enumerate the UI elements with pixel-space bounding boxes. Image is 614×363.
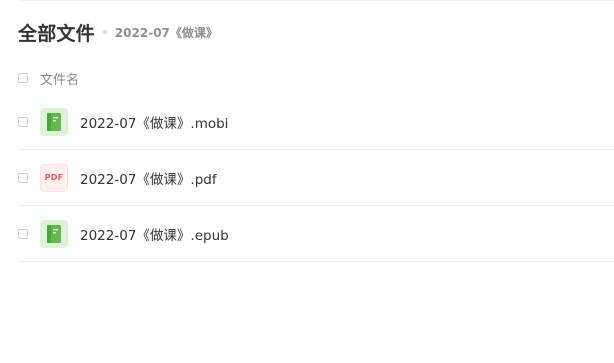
file-list-header: 文件名 (18, 68, 614, 88)
book-icon (40, 219, 68, 248)
file-name[interactable]: 2022-07《做课》.epub (80, 224, 229, 244)
breadcrumb-current-folder[interactable]: 2022-07《做课》 (115, 24, 218, 41)
column-header-filename[interactable]: 文件名 (40, 69, 79, 88)
page-header: 全部文件 2022-07《做课》 (18, 20, 218, 45)
breadcrumb-separator (102, 30, 107, 34)
top-divider (18, 0, 614, 1)
row-checkbox[interactable] (18, 172, 28, 183)
row-checkbox[interactable] (18, 228, 28, 239)
file-row[interactable]: 2022-07《做课》.mobi (18, 94, 614, 150)
select-all-checkbox[interactable] (18, 73, 28, 83)
pdf-icon-label: PDF (44, 173, 64, 182)
page-title: 全部文件 (18, 22, 95, 45)
book-icon (40, 107, 68, 136)
pdf-icon: PDF (40, 163, 68, 192)
file-list: 2022-07《做课》.mobi PDF 2022-07《做课》.pdf 202… (18, 94, 614, 262)
file-row[interactable]: 2022-07《做课》.epub (18, 206, 614, 262)
file-row[interactable]: PDF 2022-07《做课》.pdf (18, 150, 614, 206)
file-name[interactable]: 2022-07《做课》.pdf (80, 168, 217, 188)
row-checkbox[interactable] (18, 116, 28, 127)
file-name[interactable]: 2022-07《做课》.mobi (80, 112, 228, 132)
